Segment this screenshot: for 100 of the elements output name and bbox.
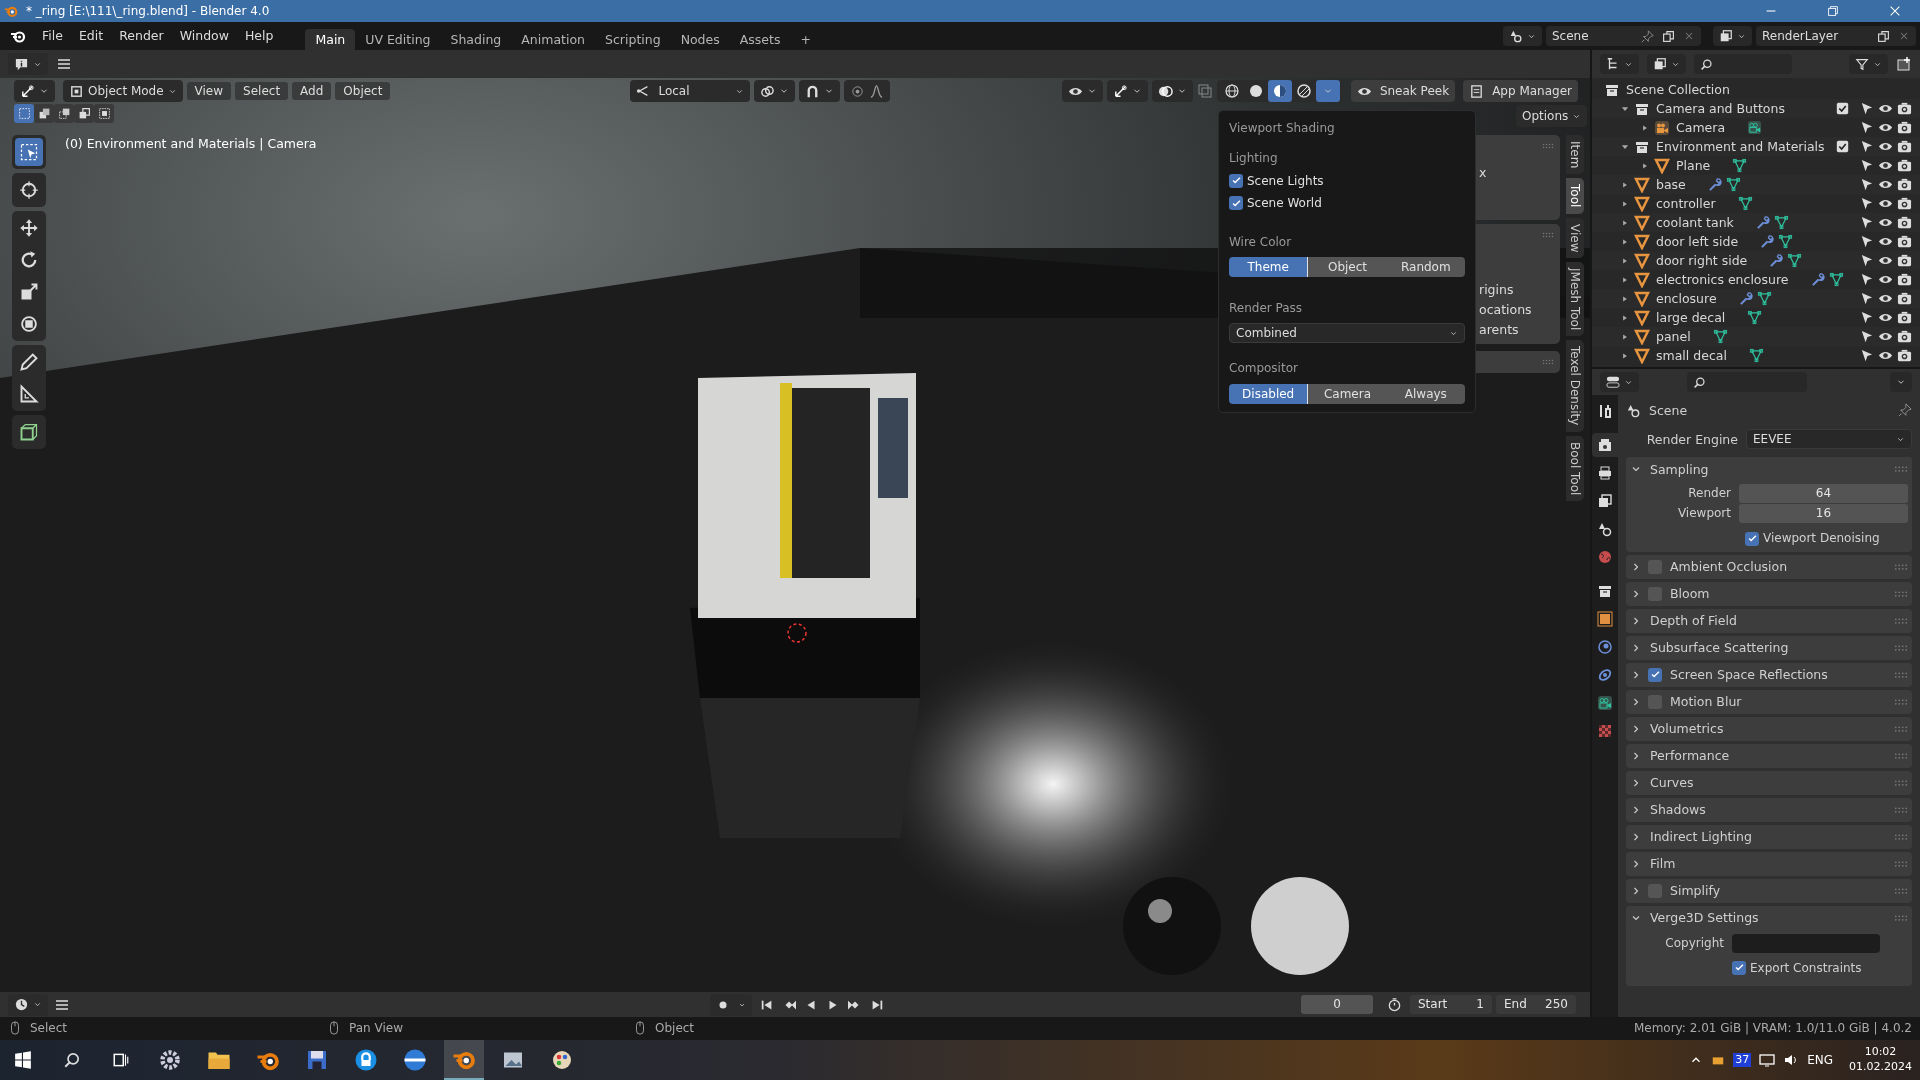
header-button[interactable]: App Manager [1463,80,1578,102]
clock-time[interactable]: 10:02 [1864,1045,1897,1060]
orientation-dropdown[interactable]: Local [630,80,751,102]
field-label: Start [1418,997,1449,1012]
add-workspace-button[interactable]: + [790,29,821,50]
field-label: End [1504,997,1528,1012]
mode-dropdown[interactable]: Object Mode [63,80,183,102]
language-indicator[interactable]: ENG [1807,1052,1833,1068]
sidebar-tab[interactable]: View [1566,217,1584,259]
sidebar-text: arents [1479,322,1519,337]
toggle-button[interactable]: Always [1386,383,1465,404]
workspace-tab[interactable]: Main [305,29,356,50]
outliner-item[interactable]: panel [1656,329,1691,344]
outliner-item[interactable]: Camera and Buttons [1656,101,1785,116]
outliner-item[interactable]: large decal [1656,310,1726,325]
panel-title: Ambient Occlusion [1670,559,1789,575]
menu-item[interactable]: Object [335,81,391,101]
sidebar-tab[interactable]: JMesh Tool [1566,262,1584,337]
outliner-item[interactable]: Plane [1676,158,1711,173]
menu-item[interactable]: Edit [70,25,112,46]
number-field[interactable]: 16 [1739,503,1908,523]
toggle-button[interactable]: Random [1386,256,1465,277]
workspace-tab[interactable]: Scripting [595,29,671,50]
workspace-tab[interactable]: Nodes [670,29,730,50]
status-stats: Memory: 2.01 GiB | VRAM: 1.0/11.0 GiB | 4.0.2 [1633,1021,1912,1036]
panel-header[interactable]: Performance [1626,743,1912,768]
options-dropdown[interactable]: Options [1516,105,1588,127]
checkbox-label: Viewport Denoising [1763,531,1880,546]
menu-item[interactable]: File [34,25,71,46]
frame-range-field[interactable]: End 250 [1496,995,1576,1014]
outliner-item[interactable]: small decal [1656,348,1727,363]
outliner-item[interactable]: Environment and Materials [1656,139,1825,154]
section-label: Wire Color [1229,234,1293,249]
panel-title: Film [1650,856,1677,872]
workspace-tab[interactable]: Animation [511,29,596,50]
section-label: Compositor [1229,361,1299,376]
field-label: Render Engine [1645,431,1738,447]
panel-title: Bloom [1670,586,1711,602]
section-label: Render Pass [1229,300,1304,316]
sidebar-tab[interactable]: Bool Tool [1566,435,1584,502]
status-hint: Object [655,1021,695,1036]
panel-header[interactable]: Shadows [1626,797,1912,822]
panel-title: Depth of Field [1650,613,1738,629]
sidebar-text: x [1479,165,1487,180]
frame-field[interactable]: 0 [1301,995,1373,1014]
toggle-button[interactable]: Camera [1308,383,1387,404]
panel-title: Subsurface Scattering [1650,640,1790,656]
panel-header[interactable]: Subsurface Scattering [1626,635,1912,660]
outliner-item[interactable]: base [1656,177,1686,192]
panel-title: Performance [1650,748,1731,764]
outliner-item[interactable]: Scene Collection [1626,82,1730,97]
sidebar-tab[interactable]: Texel Density [1566,340,1584,432]
menu-item[interactable]: Add [292,81,332,101]
panel-header[interactable]: Film [1626,851,1912,876]
outliner-item[interactable]: door right side [1656,253,1748,268]
sidebar-text: rigins [1479,282,1514,297]
toggle-button[interactable]: Object [1308,256,1387,277]
panel-header[interactable]: Depth of Field [1626,608,1912,633]
workspace-tab[interactable]: Assets [729,29,791,50]
panel-header[interactable]: Volumetrics [1626,716,1912,741]
outliner-item[interactable]: coolant tank [1656,215,1734,230]
panel-header[interactable]: Simplify [1626,878,1912,903]
menu-item[interactable]: View [186,81,232,101]
view-layer-field[interactable]: RenderLayer [1756,26,1916,46]
number-field[interactable]: 64 [1739,483,1908,503]
render-engine-dropdown[interactable]: EEVEE [1746,429,1912,450]
frame-range-field[interactable]: Start 1 [1410,995,1492,1014]
panel-title: Indirect Lighting [1650,829,1753,845]
sidebar-tab[interactable]: Item [1566,135,1584,175]
outliner-item[interactable]: Camera [1676,120,1726,135]
panel-title: Screen Space Reflections [1670,667,1829,683]
clock-date[interactable]: 01.02.2024 [1849,1060,1912,1075]
panel-header[interactable]: Motion Blur [1626,689,1912,714]
panel-header[interactable]: Screen Space Reflections [1626,662,1912,687]
panel-header[interactable]: Indirect Lighting [1626,824,1912,849]
panel-header[interactable]: Bloom [1626,581,1912,606]
sidebar-tab[interactable]: Tool [1566,178,1584,214]
outliner-item[interactable]: door left side [1656,234,1739,249]
menu-item[interactable]: Help [236,25,282,46]
panel-title: Simplify [1670,883,1722,899]
scene-field[interactable]: Scene [1546,26,1701,46]
panel-header[interactable]: Ambient Occlusion [1626,554,1912,579]
panel-title: Verge3D Settings [1650,910,1760,926]
toggle-button[interactable]: Theme [1229,256,1309,277]
outliner-item[interactable]: enclosure [1656,291,1717,306]
outliner-item[interactable]: controller [1656,196,1716,211]
workspace-tab[interactable]: UV Editing [355,29,441,50]
panel-header[interactable]: Curves [1626,770,1912,795]
outliner-item[interactable]: electronics enclosure [1656,272,1789,287]
menu-item[interactable]: Window [171,25,237,46]
panel-title: Motion Blur [1670,694,1743,710]
panel-title: Volumetrics [1650,721,1725,737]
render-pass-dropdown[interactable]: Combined [1229,323,1465,344]
tray-badge[interactable]: 37 [1733,1053,1752,1067]
header-button[interactable]: Sneak Peek [1350,80,1456,102]
view-layer-name: RenderLayer [1762,28,1840,44]
toggle-button[interactable]: Disabled [1229,383,1309,404]
menu-item[interactable]: Select [235,81,289,101]
workspace-tab[interactable]: Shading [440,29,512,50]
menu-item[interactable]: Render [111,25,172,46]
